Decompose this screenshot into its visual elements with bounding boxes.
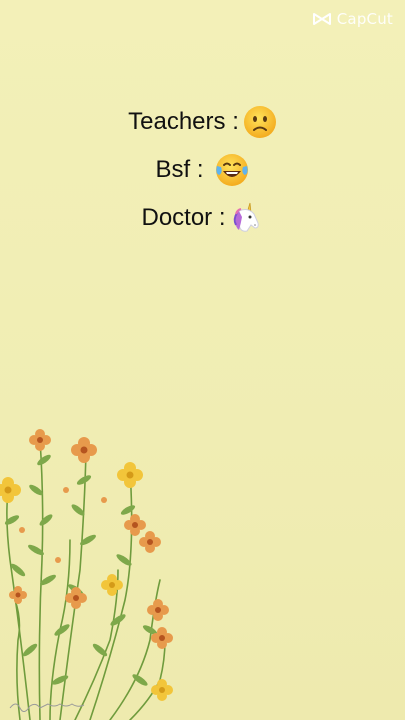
flower-bouquet-illustration (0, 429, 173, 720)
watermark-label: CapCut (336, 10, 393, 28)
line-label: Doctor : (141, 204, 226, 231)
capcut-watermark: CapCut (312, 10, 393, 28)
text-lines: Teachers : Bsf : Doctor: (0, 98, 405, 242)
slightly-frowning-face-icon (243, 105, 277, 139)
line-label: Teachers : (128, 108, 239, 135)
capcut-logo-icon (312, 13, 331, 25)
story-canvas: CapCut Teachers : Bsf: Doctor: (0, 0, 405, 720)
line-doctor: Doctor : (0, 194, 405, 242)
unicorn-icon (230, 201, 264, 235)
artist-signature (9, 703, 85, 712)
line-label: Bsf : (155, 156, 204, 183)
tears-of-joy-face-icon (214, 153, 250, 187)
line-teachers: Teachers : (0, 98, 405, 146)
line-bsf: Bsf : (0, 146, 405, 194)
